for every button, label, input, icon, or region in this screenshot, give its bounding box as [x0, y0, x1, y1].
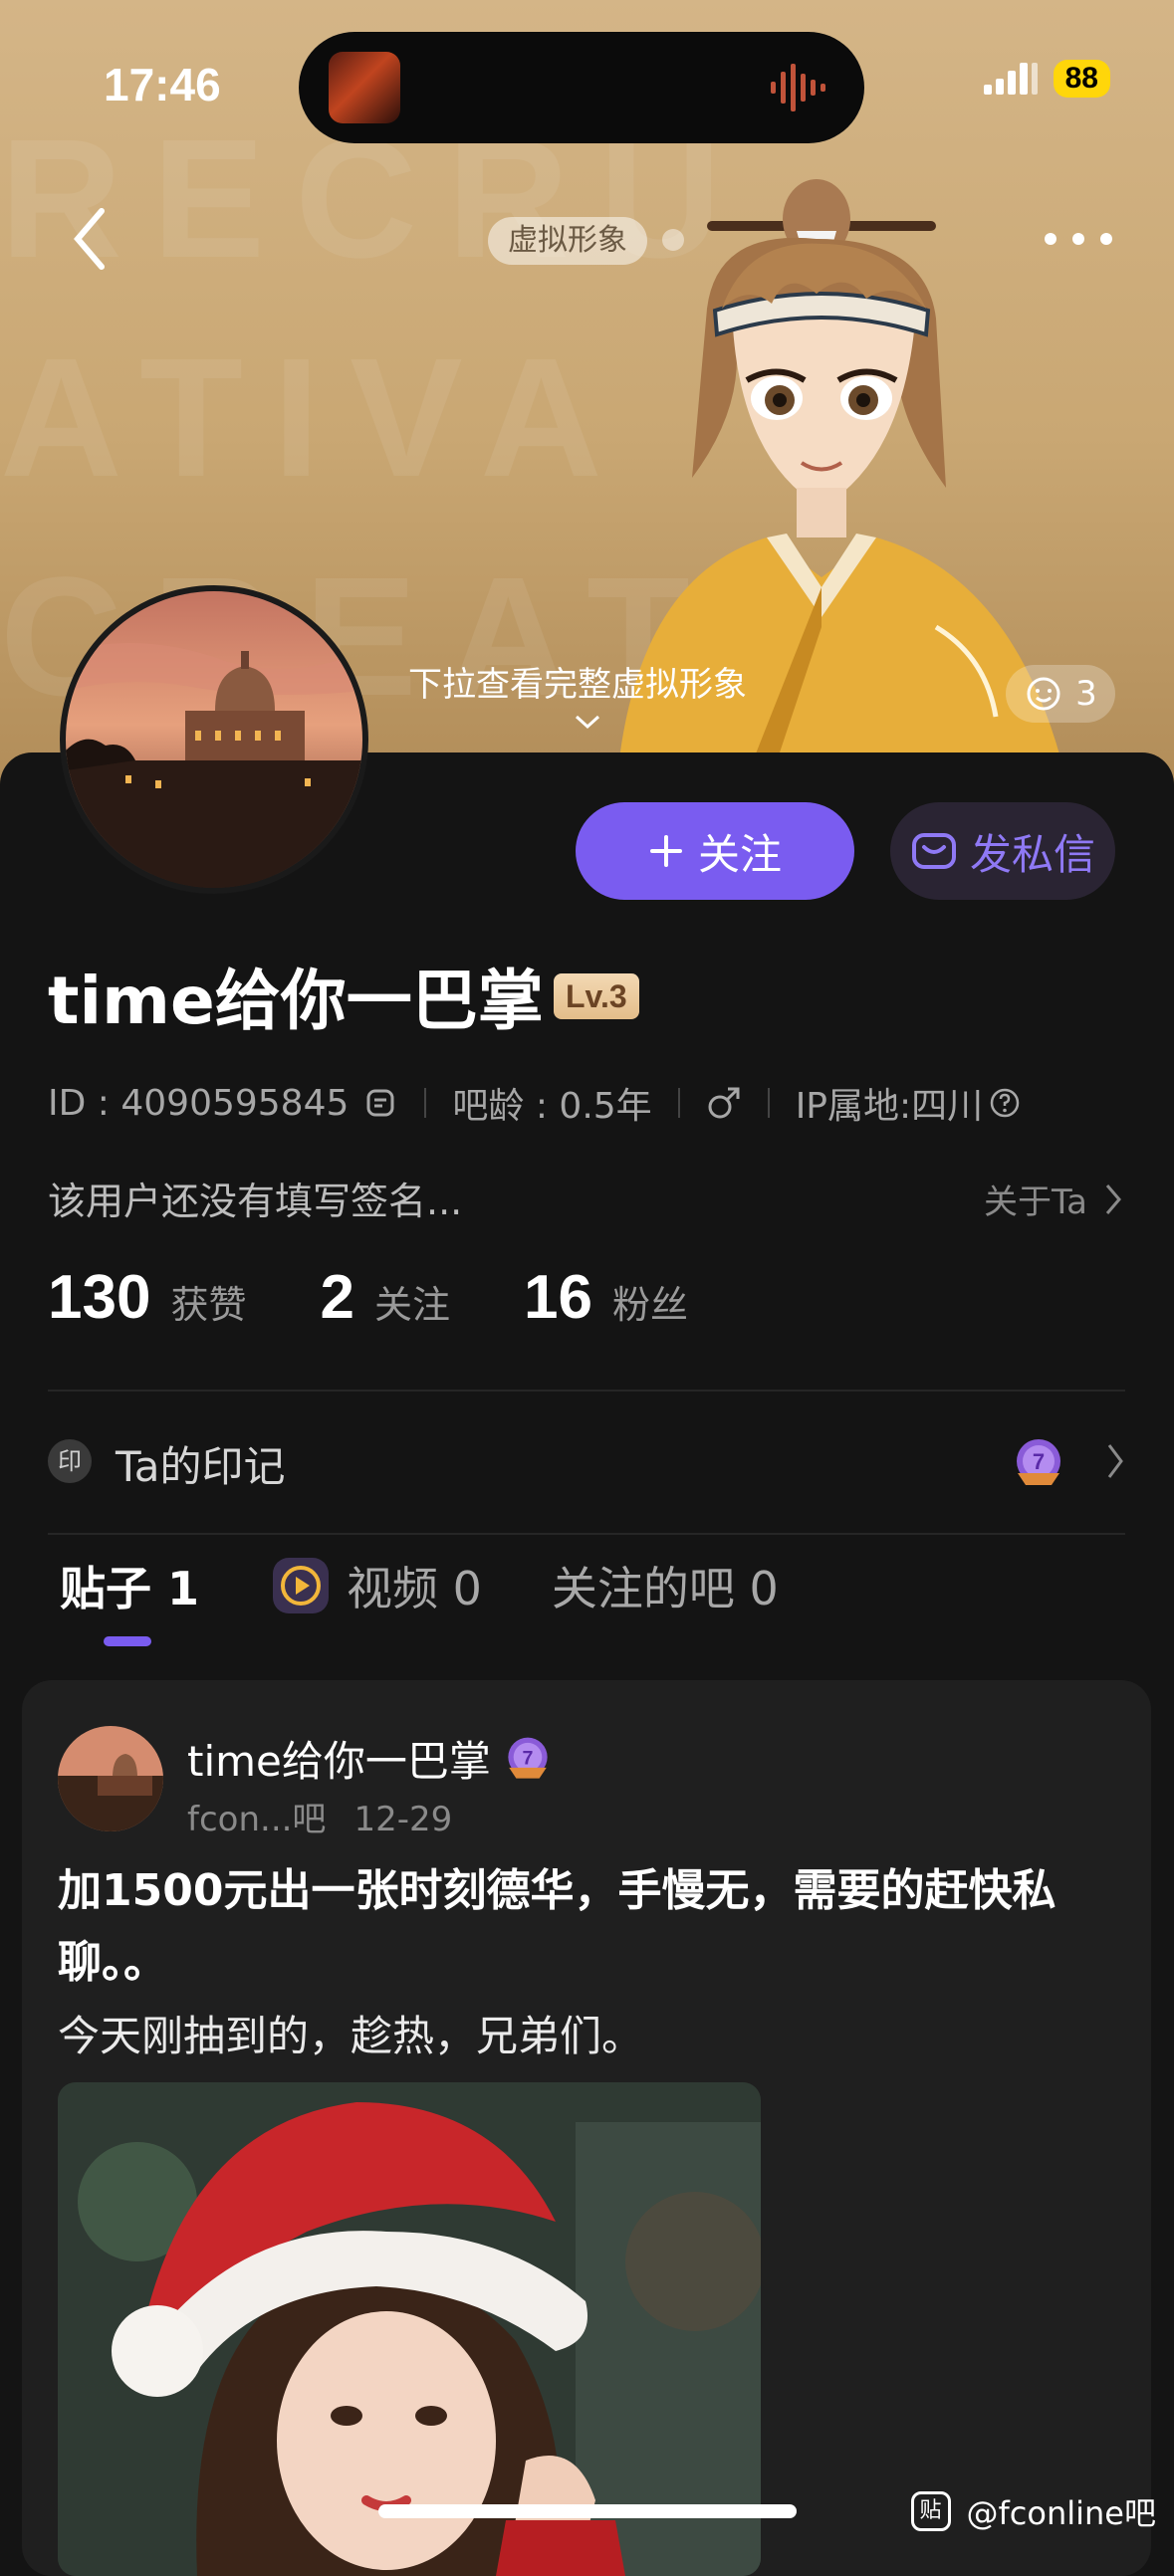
post-card[interactable]: time给你一巴掌 7 fcon...吧 12-29 加1500元出一张时刻德华，…	[22, 1680, 1151, 2576]
cellular-signal-icon	[983, 63, 1038, 95]
post-author-avatar[interactable]	[58, 1726, 163, 1831]
chevron-right-icon	[1105, 1183, 1121, 1214]
pull-down-hint: 下拉查看完整虚拟形象	[408, 665, 747, 705]
bio-text: 该用户还没有填写签名...	[48, 1180, 463, 1223]
post-photo	[58, 2082, 761, 2576]
follow-button[interactable]: 关注	[576, 802, 854, 900]
content-tabs: 贴子 1 视频 0 关注的吧 0	[60, 1553, 848, 1618]
post-meta: fcon...吧 12-29	[187, 1792, 452, 1840]
profile-stats: 130 获赞 2 关注 16 粉丝	[48, 1262, 762, 1333]
stat-label: 粉丝	[611, 1283, 688, 1327]
post-author-row[interactable]: time给你一巴掌 7	[187, 1728, 553, 1789]
profile-avatar[interactable]	[60, 585, 368, 894]
chevron-down-icon	[575, 715, 600, 730]
stat-fans[interactable]: 16 粉丝	[524, 1262, 688, 1333]
level-badge[interactable]: Lv.3	[554, 973, 639, 1019]
tab-posts-label: 贴子 1	[60, 1562, 200, 1615]
audio-waveform-icon	[771, 64, 825, 111]
tieba-logo-icon: 贴	[910, 2491, 951, 2531]
ta-marks-label: Ta的印记	[116, 1442, 286, 1491]
tab-followed-forums[interactable]: 关注的吧 0	[552, 1553, 779, 1618]
account-age: 吧龄 : 0.5年	[452, 1086, 652, 1127]
stat-value: 130	[48, 1263, 151, 1332]
video-play-icon	[273, 1558, 330, 1613]
bio-row: 该用户还没有填写签名... 关于Ta	[48, 1171, 1123, 1226]
tab-followed-forums-label: 关注的吧 0	[551, 1562, 779, 1615]
post-image[interactable]	[58, 2082, 761, 2576]
chevron-right-icon	[1107, 1444, 1123, 1478]
send-message-button[interactable]: 发私信	[890, 802, 1115, 900]
more-icon[interactable]	[1039, 219, 1118, 259]
post-date: 12-29	[353, 1800, 453, 1839]
seal-icon: 印	[48, 1439, 92, 1483]
plus-icon	[649, 835, 682, 867]
stat-value: 2	[320, 1263, 354, 1332]
stat-likes[interactable]: 130 获赞	[48, 1262, 246, 1333]
meta-separator	[424, 1088, 427, 1118]
avatar-like-button[interactable]: 3	[1006, 665, 1115, 723]
author-badge-icon: 7	[508, 1737, 548, 1779]
chip-dot	[662, 229, 684, 251]
copy-id-icon[interactable]	[362, 1085, 398, 1121]
active-tab-indicator	[104, 1636, 151, 1646]
post-author-name: time给你一巴掌	[187, 1737, 491, 1786]
stat-following[interactable]: 2 关注	[320, 1262, 450, 1333]
divider	[48, 1533, 1125, 1535]
profile-username: time给你一巴掌	[48, 963, 544, 1039]
tab-videos-label: 视频 0	[347, 1562, 482, 1615]
avatar-photo	[58, 1726, 163, 1831]
author-badge-number: 7	[522, 1747, 533, 1769]
tab-videos[interactable]: 视频 0	[269, 1553, 482, 1618]
help-icon[interactable]	[989, 1087, 1021, 1119]
stat-value: 16	[523, 1263, 592, 1332]
follow-label: 关注	[697, 829, 782, 879]
status-indicators: 88	[983, 60, 1110, 98]
mark-badge-number: 7	[1033, 1449, 1045, 1474]
post-forum[interactable]: fcon...吧	[187, 1800, 326, 1839]
profile-meta: ID : 4090595845 吧龄 : 0.5年 IP属地:四川	[48, 1077, 1021, 1129]
male-gender-icon	[708, 1087, 740, 1119]
virtual-avatar-chip[interactable]: 虚拟形象	[488, 217, 647, 265]
ip-location: IP属地:四川	[795, 1086, 984, 1127]
home-indicator[interactable]	[378, 2504, 797, 2518]
stat-label: 关注	[373, 1283, 450, 1327]
stat-label: 获赞	[170, 1283, 247, 1327]
avatar-like-count: 3	[1075, 674, 1097, 714]
post-title: 加1500元出一张时刻德华，手慢无，需要的赶快私聊。。	[58, 1865, 1057, 1988]
watermark: 贴 @fconline吧	[910, 2488, 1156, 2534]
back-icon[interactable]	[60, 199, 119, 279]
avatar-photo	[66, 591, 362, 888]
meta-separator	[677, 1088, 680, 1118]
post-body: 今天刚抽到的，趁热，兄弟们。	[58, 2012, 644, 2060]
about-link[interactable]: 关于Ta	[984, 1175, 1123, 1223]
now-playing-artwork	[329, 52, 400, 123]
mark-badge-icon: 7	[1017, 1439, 1060, 1485]
message-icon	[911, 833, 956, 869]
divider	[48, 1390, 1125, 1392]
user-id: ID : 4090595845	[48, 1082, 350, 1124]
smile-icon	[1027, 677, 1060, 711]
battery-level: 88	[1053, 60, 1110, 98]
ta-marks-row[interactable]: 印 Ta的印记 7	[48, 1431, 1125, 1493]
status-time: 17:46	[104, 59, 221, 110]
tab-posts[interactable]: 贴子 1	[60, 1553, 199, 1618]
about-label: 关于Ta	[984, 1182, 1087, 1222]
dynamic-island[interactable]	[299, 32, 864, 143]
watermark-text: @fconline吧	[966, 2494, 1156, 2532]
send-message-label: 发私信	[969, 829, 1095, 879]
meta-separator	[767, 1088, 770, 1118]
